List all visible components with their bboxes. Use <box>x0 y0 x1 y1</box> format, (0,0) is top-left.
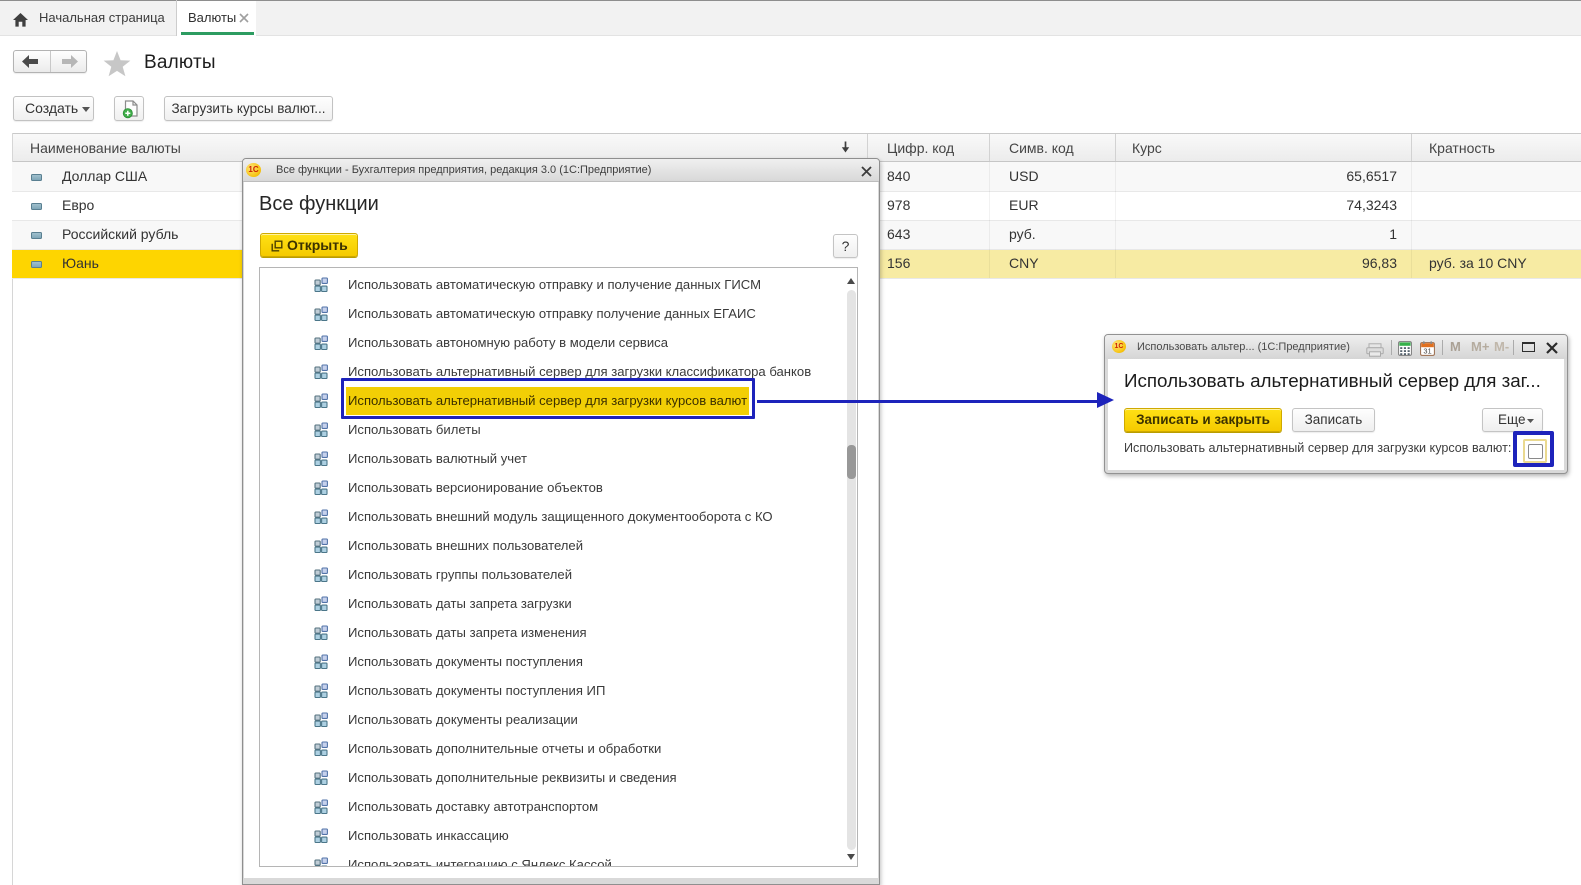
svg-text:31: 31 <box>1423 347 1431 356</box>
